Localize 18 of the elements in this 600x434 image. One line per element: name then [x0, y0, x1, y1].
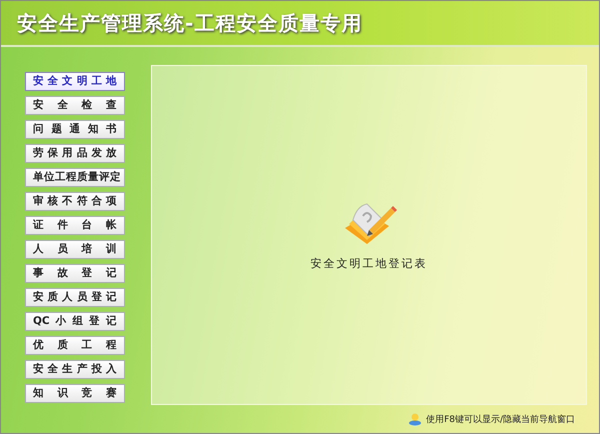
nav-button[interactable]: 单位工程质量评定 [25, 168, 125, 187]
nav-button[interactable]: 安全检查 [25, 96, 125, 115]
nav-button[interactable]: 知识竞赛 [25, 384, 125, 403]
nav-button[interactable]: 证件台帐 [25, 216, 125, 235]
status-hint: 使用F8键可以显示/隐藏当前导航窗口 [426, 414, 575, 426]
nav-button[interactable]: 劳保用品发放 [25, 144, 125, 163]
nav-button[interactable]: QC小组登记 [25, 312, 125, 331]
window-title: 安全生产管理系统-工程安全质量专用 [17, 10, 362, 36]
nav-button[interactable]: 安质人员登记 [25, 288, 125, 307]
nav-button[interactable]: 优质工程 [25, 336, 125, 355]
nav-button[interactable]: 人员培训 [25, 240, 125, 259]
user-icon [408, 412, 422, 426]
nav-button[interactable]: 问题通知书 [25, 120, 125, 139]
nav-button[interactable]: 安全生产投入 [25, 360, 125, 379]
item-label[interactable]: 安全文明工地登记表 [310, 256, 428, 270]
nav-button[interactable]: 安全文明工地 [25, 72, 125, 91]
nav-button[interactable]: 审核不符合项 [25, 192, 125, 211]
nav-button[interactable]: 事故登记 [25, 264, 125, 283]
